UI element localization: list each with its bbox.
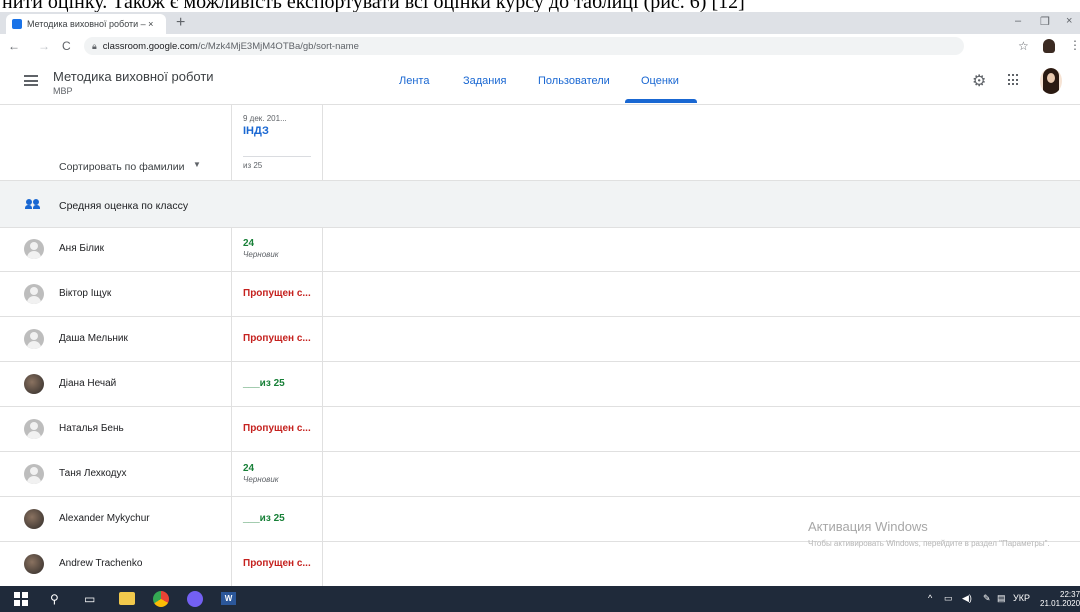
student-avatar	[24, 509, 44, 529]
clock-time: 22:37	[1060, 590, 1080, 599]
browser-profile-avatar[interactable]	[1043, 39, 1055, 53]
course-subtitle: МВР	[53, 86, 73, 96]
pen-icon[interactable]: ✎	[983, 593, 991, 604]
student-name[interactable]: Andrew Trachenko	[59, 558, 142, 569]
student-name[interactable]: Діана Нечай	[59, 378, 116, 389]
task-view-icon[interactable]: ▭	[84, 591, 95, 607]
document-text-strip: нити оцінку. Також є можливість експорту…	[0, 0, 1080, 12]
table-row[interactable]: Таня Лехкодух 24 Черновик	[0, 452, 1080, 497]
student-avatar	[24, 419, 44, 439]
volume-icon[interactable]: ◀)	[962, 593, 972, 604]
grade-cell[interactable]: 24	[243, 463, 254, 474]
tab-people[interactable]: Пользователи	[538, 75, 610, 87]
draft-label: Черновик	[243, 475, 279, 484]
assignment-divider	[243, 156, 311, 157]
tab-classwork[interactable]: Задания	[463, 75, 506, 87]
class-average-label: Средняя оценка по классу	[59, 200, 189, 212]
battery-icon[interactable]: ▭	[944, 593, 953, 604]
grade-cell[interactable]: ___из 25	[243, 378, 285, 389]
table-row[interactable]: Віктор Іщук Пропущен с...	[0, 272, 1080, 317]
activation-watermark-title: Активация Windows	[808, 519, 928, 534]
windows-taskbar: ⚲ ▭ W ^ ▭ ◀) ✎ ▤ УКР 22:37 21.01.2020	[0, 586, 1080, 612]
new-tab-button[interactable]: +	[176, 14, 185, 32]
student-avatar	[24, 554, 44, 574]
minimize-button[interactable]: –	[1015, 15, 1021, 27]
table-row[interactable]: Наталья Бень Пропущен с...	[0, 407, 1080, 452]
table-row[interactable]: Аня Білик 24 Черновик	[0, 227, 1080, 272]
tab-title: Методика виховної роботи – ×	[27, 19, 154, 29]
clock-date: 21.01.2020	[1040, 599, 1080, 608]
restore-button[interactable]: ❐	[1040, 15, 1050, 28]
url-path: /c/Mzk4MjE3MjM4OTBa/gb/sort-name	[197, 40, 359, 52]
grade-cell[interactable]: Пропущен с...	[243, 558, 311, 569]
settings-gear-icon[interactable]: ⚙	[972, 71, 986, 91]
dropdown-arrow-icon[interactable]: ▼	[193, 160, 201, 169]
assignment-title[interactable]: ІНДЗ	[243, 125, 269, 137]
url-host: classroom.google.com	[102, 40, 198, 52]
active-tab-indicator	[625, 99, 697, 103]
browser-tab-bar: Методика виховної роботи – × + – ❐ ×	[0, 12, 1080, 34]
system-clock[interactable]: 22:37 21.01.2020	[1040, 590, 1080, 608]
table-row[interactable]: Даша Мельник Пропущен с...	[0, 317, 1080, 362]
browser-menu-icon[interactable]: ⋮	[1069, 38, 1080, 52]
forward-button[interactable]: →	[38, 39, 50, 53]
url-field[interactable]: 🔒︎ classroom.google.com /c/Mzk4MjE3MjM4O…	[84, 37, 964, 55]
word-icon[interactable]: W	[221, 592, 236, 605]
hamburger-menu-icon[interactable]	[24, 75, 38, 86]
activation-watermark-text: Чтобы активировать Windows, перейдите в …	[808, 539, 1050, 548]
document-snippet: нити оцінку. Також є можливість експорту…	[2, 0, 745, 12]
language-indicator[interactable]: УКР	[1013, 593, 1030, 603]
viber-icon[interactable]	[187, 591, 203, 607]
draft-label: Черновик	[243, 250, 279, 259]
classroom-favicon-icon	[12, 19, 22, 29]
bookmark-star-icon[interactable]: ☆	[1018, 39, 1029, 53]
window-close-button[interactable]: ×	[1066, 15, 1072, 27]
people-icon	[25, 199, 41, 209]
reload-button[interactable]: C	[62, 39, 71, 53]
student-name[interactable]: Таня Лехкодух	[59, 468, 127, 479]
student-avatar	[24, 329, 44, 349]
student-avatar	[24, 284, 44, 304]
tab-grades[interactable]: Оценки	[641, 75, 679, 87]
student-avatar	[24, 464, 44, 484]
student-name[interactable]: Даша Мельник	[59, 333, 128, 344]
google-apps-icon[interactable]	[1008, 74, 1020, 86]
student-avatar	[24, 239, 44, 259]
browser-tab[interactable]: Методика виховної роботи – ×	[6, 14, 166, 34]
search-icon[interactable]: ⚲	[50, 591, 59, 607]
classroom-header: Методика виховної роботи МВР Лента Задан…	[0, 58, 1080, 105]
back-button[interactable]: ←	[8, 39, 20, 53]
windows-start-icon[interactable]	[14, 592, 28, 606]
student-name[interactable]: Alexander Mykychur	[59, 513, 150, 524]
grade-cell[interactable]: Пропущен с...	[243, 333, 311, 344]
student-avatar	[24, 374, 44, 394]
assignment-date: 9 дек. 201...	[243, 114, 287, 123]
grade-cell[interactable]: Пропущен с...	[243, 288, 311, 299]
grade-cell[interactable]: 24	[243, 238, 254, 249]
course-title[interactable]: Методика виховної роботи	[53, 69, 214, 84]
class-average-row: Средняя оценка по классу	[0, 180, 1080, 228]
student-name[interactable]: Віктор Іщук	[59, 288, 111, 299]
account-avatar[interactable]	[1040, 68, 1062, 94]
file-explorer-icon[interactable]	[119, 592, 135, 605]
tray-chevron-icon[interactable]: ^	[928, 593, 932, 603]
grade-cell[interactable]: ___из 25	[243, 513, 285, 524]
table-row[interactable]: Діана Нечай ___из 25	[0, 362, 1080, 407]
chrome-icon[interactable]	[153, 591, 169, 607]
tab-stream[interactable]: Лента	[399, 75, 429, 87]
student-name[interactable]: Наталья Бень	[59, 423, 124, 434]
sort-dropdown[interactable]: Сортировать по фамилии	[59, 161, 185, 173]
grade-cell[interactable]: Пропущен с...	[243, 423, 311, 434]
notification-icon[interactable]: ▤	[997, 593, 1006, 604]
assignment-max-points: из 25	[243, 161, 263, 170]
address-bar-row: ← → C 🔒︎ classroom.google.com /c/Mzk4MjE…	[0, 34, 1080, 59]
lock-icon: 🔒︎	[92, 40, 97, 51]
student-name[interactable]: Аня Білик	[59, 243, 104, 254]
